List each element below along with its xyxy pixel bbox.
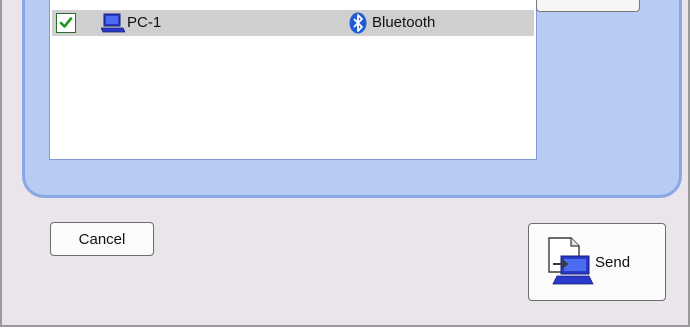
checkmark-icon — [59, 17, 73, 28]
send-button[interactable]: Send — [528, 223, 666, 301]
computer-icon — [100, 13, 126, 37]
device-row[interactable]: PC-1 Bluetooth — [52, 10, 534, 36]
send-dialog: PC-1 Bluetooth Cancel Send — [0, 0, 690, 327]
device-list[interactable]: PC-1 Bluetooth — [49, 0, 537, 160]
connection-type: Bluetooth — [372, 14, 436, 31]
device-name: PC-1 — [127, 14, 162, 31]
device-panel: PC-1 Bluetooth — [22, 0, 682, 198]
cancel-button[interactable]: Cancel — [50, 222, 154, 256]
send-file-icon — [543, 236, 599, 291]
bluetooth-icon — [348, 12, 368, 38]
device-checkbox[interactable] — [56, 13, 76, 33]
device-panel-side-button[interactable] — [536, 0, 640, 12]
send-label: Send — [595, 254, 631, 271]
